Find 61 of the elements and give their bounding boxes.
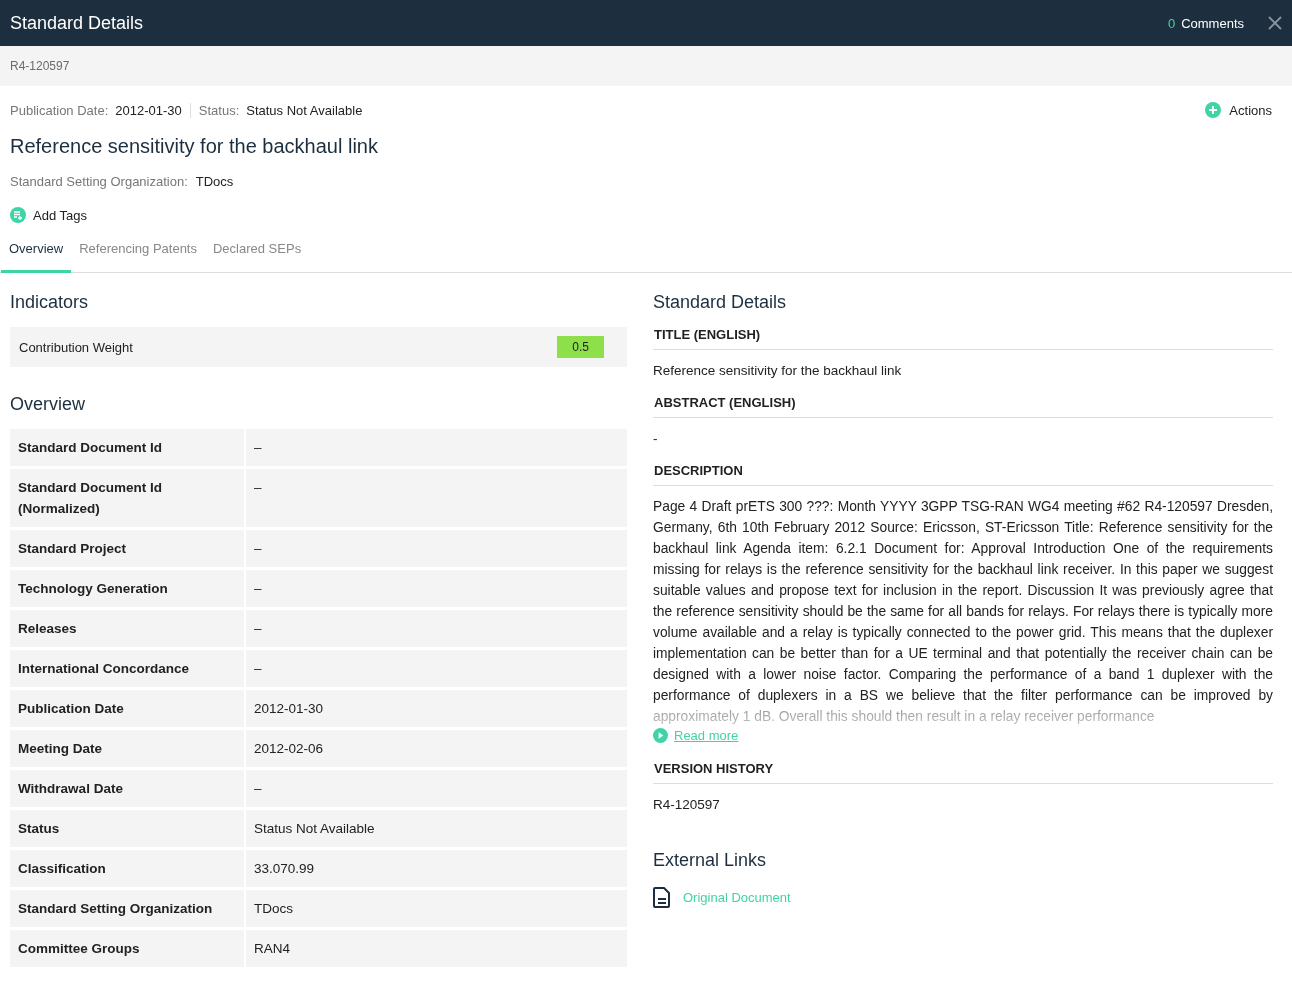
play-icon <box>653 728 668 743</box>
table-cell: Status Not Available <box>246 810 627 847</box>
field-value: R4-120597 <box>653 796 721 814</box>
description-text: Page 4 Draft prETS 300 ???: Month YYYY 3GPP TSG-RAN WG4 meeting #62 R4-120597 Dresden, Germany, 6th 10th February 2012 Source: Ericsson, ST-Ericsson Title: Reference sensitivity for the backhaul link Agenda item: 6.2.1 Document for: Approval Introduction One of the requirements missing for relays is the reference sensitivity for the backhaul link receiver. In this paper we suggest suitable values and propose text for inclusion in the report. Discussion It was previously agree that the reference sensitivity should be the same for all bands for relays. For relays there is typically more volume available and a relay is typically connected to the power grid. This means that the duplexer implementation can be better than for a UE terminal and that potentially the receiver chain can be designed with a lower noise factor. Comparing the performance of a band 1 duplexer with the performance of duplexers in a BS we believe that the filter performance can be improved by approximately 1 dB. Overall this should then result in a relay receiver performance <box>653 496 1273 727</box>
field-heading: VERSION HISTORY <box>653 761 1273 784</box>
section-heading: Overview <box>10 393 86 415</box>
table-cell: – <box>246 469 627 527</box>
table-cell: 33.070.99 <box>246 850 627 887</box>
tag-add-icon <box>10 207 26 223</box>
close-icon <box>1268 16 1282 30</box>
table-cell: Classification <box>10 850 244 887</box>
field-heading: ABSTRACT (ENGLISH) <box>653 395 1273 418</box>
organization-value: TDocs <box>195 174 234 189</box>
meta-value: Status Not Available <box>246 102 363 118</box>
table-cell: Standard Project <box>10 530 244 567</box>
table-cell: Technology Generation <box>10 570 244 607</box>
section-heading: Indicators <box>10 291 90 313</box>
table-cell: Meeting Date <box>10 730 244 767</box>
table-cell: TDocs <box>246 890 627 927</box>
indicator-value: 0.5 <box>557 336 604 358</box>
indicator-label: Contribution Weight <box>19 339 134 355</box>
table-cell: Status <box>10 810 244 847</box>
table-cell: – <box>246 429 627 466</box>
tab[interactable]: Declared SEPs <box>205 241 310 273</box>
meta-value: 2012-01-30 <box>115 102 182 118</box>
tab[interactable]: Overview <box>1 241 72 273</box>
table-cell: 2012-01-30 <box>246 690 627 727</box>
tab[interactable]: Referencing Patents <box>71 241 205 273</box>
table-cell: International Concordance <box>10 650 244 687</box>
add-tags-button[interactable]: Add Tags <box>10 207 87 223</box>
field-value: - <box>653 430 659 448</box>
table-cell: RAN4 <box>246 930 627 967</box>
meta-label: Publication Date: <box>10 102 109 118</box>
document-icon <box>653 887 671 908</box>
table-cell: Standard Setting Organization <box>10 890 244 927</box>
field-value: Reference sensitivity for the backhaul link <box>653 362 903 380</box>
field-heading: TITLE (ENGLISH) <box>653 327 1273 350</box>
table-cell: – <box>246 570 627 607</box>
table-cell: Releases <box>10 610 244 647</box>
section-heading: Standard Details <box>653 291 788 313</box>
document-title: Reference sensitivity for the backhaul link <box>10 134 379 158</box>
document-id: R4-120597 <box>10 59 70 73</box>
table-cell: Committee Groups <box>10 930 244 967</box>
page-title: Standard Details <box>10 12 145 34</box>
organization-label: Standard Setting Organization: <box>10 174 188 189</box>
meta-label: Status: <box>198 102 240 118</box>
table-cell: Withdrawal Date <box>10 770 244 807</box>
section-heading: External Links <box>653 849 768 871</box>
table-cell: Standard Document Id (Normalized) <box>10 469 244 527</box>
close-button[interactable] <box>1268 16 1282 30</box>
plus-icon <box>1205 102 1222 118</box>
table-cell: – <box>246 770 627 807</box>
table-cell: 2012-02-06 <box>246 730 627 767</box>
table-cell: – <box>246 530 627 567</box>
table-cell: Standard Document Id <box>10 429 244 466</box>
table-cell: – <box>246 610 627 647</box>
table-cell: – <box>246 650 627 687</box>
actions-button[interactable]: Actions <box>1205 102 1272 118</box>
comments-button[interactable]: 0 Comments <box>1167 15 1244 31</box>
field-heading: DESCRIPTION <box>653 463 1273 486</box>
table-cell: Publication Date <box>10 690 244 727</box>
